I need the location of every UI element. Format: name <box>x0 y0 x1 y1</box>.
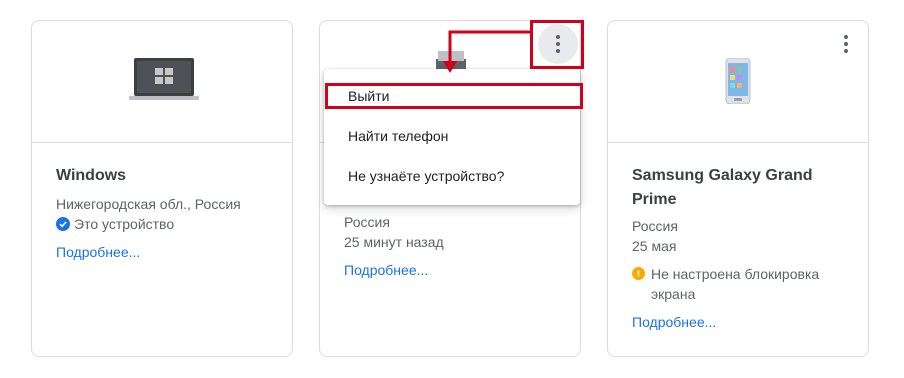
device-location: Россия <box>632 218 678 234</box>
check-circle-icon <box>56 217 70 231</box>
warning-text: Не настроена блокировка экрана <box>651 266 820 302</box>
device-name: Windows <box>56 167 127 184</box>
dot-icon <box>556 42 560 46</box>
device-name: Samsung Galaxy Grand Prime <box>632 167 813 208</box>
device-last-seen: 25 мая <box>632 238 677 254</box>
device-location: Россия <box>344 214 390 230</box>
device-last-seen: 25 минут назад <box>344 234 444 250</box>
more-options-button[interactable] <box>538 24 578 64</box>
device-location: Нижегородская обл., Россия <box>56 196 241 212</box>
status-text: Это устройство <box>74 216 175 232</box>
laptop-icon <box>129 58 199 100</box>
dot-icon <box>556 35 560 39</box>
dot-icon <box>556 49 560 53</box>
more-options-button[interactable] <box>826 24 866 64</box>
smartphone-icon <box>725 58 751 104</box>
warning-icon <box>632 267 645 280</box>
menu-item-unknown-device[interactable]: Не узнаёте устройство? <box>324 156 580 196</box>
this-device-status: Это устройство <box>56 214 272 234</box>
details-link[interactable]: Подробнее... <box>632 312 716 332</box>
dot-icon <box>844 42 848 46</box>
screen-lock-warning: Не настроена блокировка экрана <box>632 264 848 304</box>
device-image-area <box>32 21 292 143</box>
annotation-arrow <box>443 30 531 73</box>
dot-icon <box>844 49 848 53</box>
details-link[interactable]: Подробнее... <box>344 260 428 280</box>
device-card-windows: Windows Нижегородская обл., Россия Это у… <box>31 20 293 357</box>
device-card-samsung: Samsung Galaxy Grand Prime Россия 25 мая… <box>607 20 869 357</box>
details-link[interactable]: Подробнее... <box>56 242 140 262</box>
dot-icon <box>844 35 848 39</box>
device-context-menu: Выйти Найти телефон Не узнаёте устройств… <box>324 69 580 205</box>
menu-item-find-phone[interactable]: Найти телефон <box>324 116 580 156</box>
